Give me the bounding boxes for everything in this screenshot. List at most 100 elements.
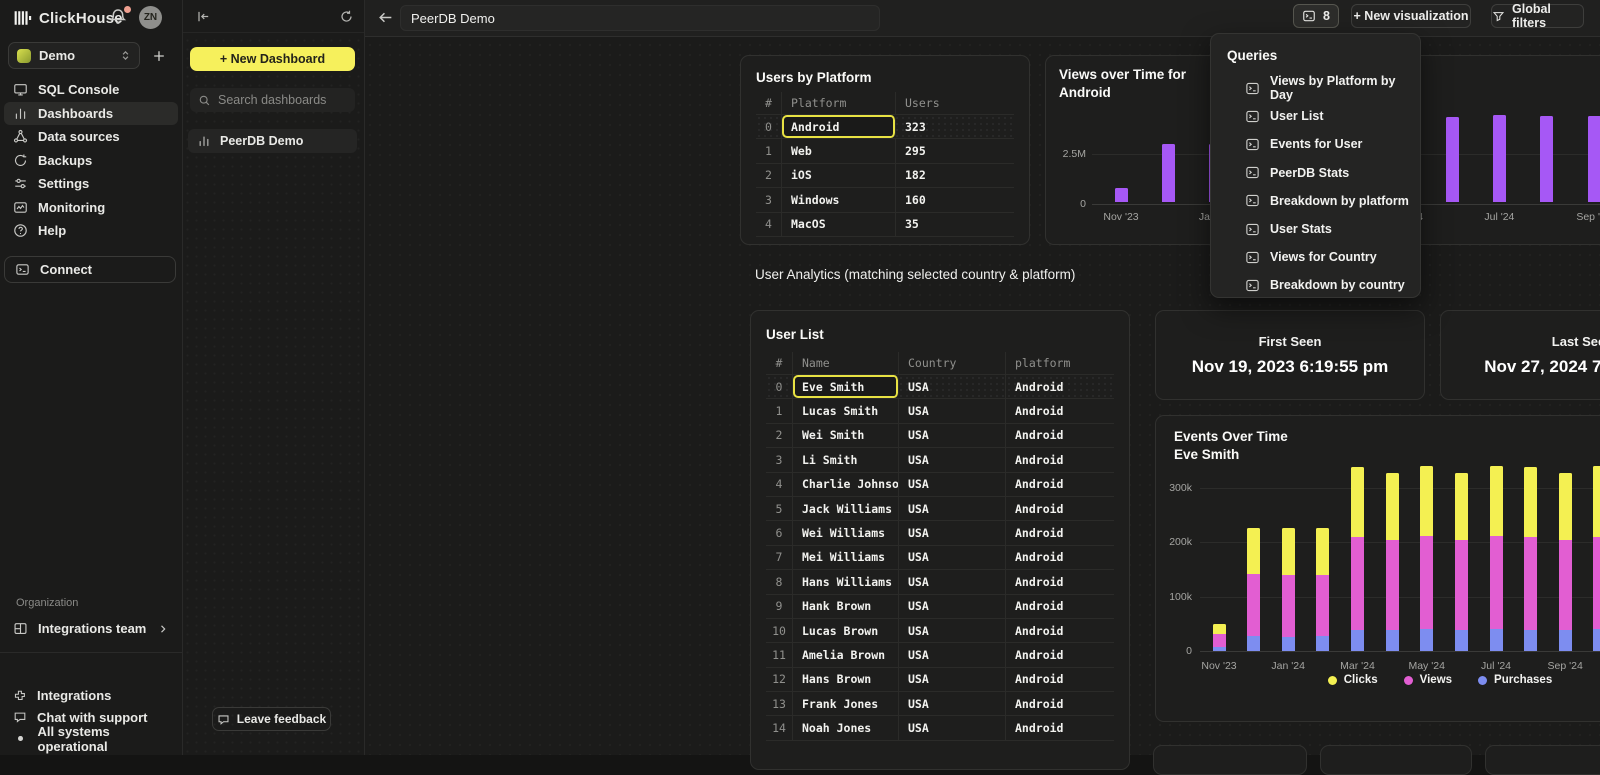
events-bar-segment-views[interactable] xyxy=(1351,537,1364,631)
events-bar-segment-views[interactable] xyxy=(1420,536,1433,628)
dashboard-title-input[interactable] xyxy=(400,5,880,31)
table-cell[interactable]: Lucas Smith xyxy=(793,399,899,422)
table-cell[interactable]: Android xyxy=(1006,448,1116,471)
events-bar-segment-purchases[interactable] xyxy=(1351,630,1364,651)
back-button[interactable] xyxy=(377,9,394,26)
views-bar[interactable] xyxy=(1162,144,1175,202)
table-cell[interactable]: 0 xyxy=(756,115,782,138)
events-bar-segment-views[interactable] xyxy=(1282,575,1295,637)
table-cell[interactable]: USA xyxy=(899,619,1006,642)
leave-feedback-button[interactable]: Leave feedback xyxy=(212,707,331,731)
events-bar-segment-views[interactable] xyxy=(1213,634,1226,647)
table-cell[interactable]: Android xyxy=(1006,375,1116,398)
table-cell[interactable]: 160 xyxy=(896,188,1016,211)
events-bar-segment-clicks[interactable] xyxy=(1213,624,1226,634)
events-bar-segment-purchases[interactable] xyxy=(1282,637,1295,651)
add-workspace-button[interactable] xyxy=(152,49,166,63)
query-item[interactable]: Views for Country xyxy=(1227,243,1412,271)
events-bar-segment-views[interactable] xyxy=(1593,537,1600,629)
table-cell[interactable]: MacOS xyxy=(782,213,896,236)
table-cell[interactable]: 8 xyxy=(766,570,793,593)
table-cell[interactable]: 12 xyxy=(766,668,793,691)
new-dashboard-button[interactable]: + New Dashboard xyxy=(190,47,355,71)
table-cell[interactable]: USA xyxy=(899,521,1006,544)
sidebar-item-sql-console[interactable]: SQL Console xyxy=(4,78,178,102)
table-cell[interactable]: USA xyxy=(899,716,1006,739)
table-cell[interactable]: Android xyxy=(1006,521,1116,544)
table-row[interactable]: 12Hans BrownUSAAndroid xyxy=(766,668,1114,692)
views-bar[interactable] xyxy=(1446,117,1459,202)
events-bar-segment-clicks[interactable] xyxy=(1420,466,1433,536)
table-cell[interactable]: USA xyxy=(899,546,1006,569)
legend-item-clicks[interactable]: Clicks xyxy=(1328,674,1378,686)
table-cell[interactable]: 6 xyxy=(766,521,793,544)
selected-cell[interactable]: Eve Smith xyxy=(793,375,899,398)
table-row[interactable]: 3Windows160 xyxy=(756,188,1014,212)
selected-cell[interactable]: Android xyxy=(782,115,896,138)
table-cell[interactable]: USA xyxy=(899,448,1006,471)
table-cell[interactable]: 3 xyxy=(756,188,782,211)
table-cell[interactable]: Jack Williams xyxy=(793,497,899,520)
table-row[interactable]: 11Amelia BrownUSAAndroid xyxy=(766,643,1114,667)
table-cell[interactable]: Android xyxy=(1006,546,1116,569)
table-row[interactable]: 9Hank BrownUSAAndroid xyxy=(766,595,1114,619)
views-bar[interactable] xyxy=(1493,115,1506,202)
sidebar-item-backups[interactable]: Backups xyxy=(4,149,178,173)
table-cell[interactable]: Frank Jones xyxy=(793,692,899,715)
notifications-bell-icon[interactable] xyxy=(108,7,130,29)
table-cell[interactable]: 2 xyxy=(756,164,782,187)
table-cell[interactable]: iOS xyxy=(782,164,896,187)
events-bar-segment-views[interactable] xyxy=(1524,537,1537,629)
table-cell[interactable]: Li Smith xyxy=(793,448,899,471)
table-cell[interactable]: Android xyxy=(1006,497,1116,520)
connect-button[interactable]: Connect xyxy=(4,256,176,283)
table-cell[interactable]: 2 xyxy=(766,424,793,447)
table-cell[interactable]: USA xyxy=(899,692,1006,715)
table-cell[interactable]: USA xyxy=(899,473,1006,496)
events-bar-segment-purchases[interactable] xyxy=(1490,629,1503,651)
query-item[interactable]: PeerDB Stats xyxy=(1227,159,1412,187)
query-item[interactable]: Breakdown by platform xyxy=(1227,187,1412,215)
table-row[interactable]: 14Noah JonesUSAAndroid xyxy=(766,716,1114,740)
table-cell[interactable]: 10 xyxy=(766,619,793,642)
table-cell[interactable]: Android xyxy=(1006,595,1116,618)
table-row[interactable]: 7Mei WilliamsUSAAndroid xyxy=(766,546,1114,570)
table-row[interactable]: 0Android323 xyxy=(756,115,1014,139)
sidebar-item-help[interactable]: Help xyxy=(4,219,178,243)
table-cell[interactable]: 3 xyxy=(766,448,793,471)
table-cell[interactable]: 4 xyxy=(756,213,782,236)
events-bar-segment-clicks[interactable] xyxy=(1455,473,1468,540)
query-item[interactable]: User List xyxy=(1227,102,1412,130)
table-cell[interactable]: Android xyxy=(1006,424,1116,447)
table-cell[interactable]: USA xyxy=(899,643,1006,666)
table-row[interactable]: 8Hans WilliamsUSAAndroid xyxy=(766,570,1114,594)
table-row[interactable]: 5Jack WilliamsUSAAndroid xyxy=(766,497,1114,521)
table-cell[interactable]: 13 xyxy=(766,692,793,715)
table-cell[interactable]: 4 xyxy=(766,473,793,496)
table-cell[interactable]: 5 xyxy=(766,497,793,520)
events-bar-segment-views[interactable] xyxy=(1455,540,1468,630)
table-row[interactable]: 2Wei SmithUSAAndroid xyxy=(766,424,1114,448)
table-cell[interactable]: 7 xyxy=(766,546,793,569)
events-bar-segment-clicks[interactable] xyxy=(1282,528,1295,575)
table-cell[interactable]: Windows xyxy=(782,188,896,211)
events-bar-segment-views[interactable] xyxy=(1316,575,1329,636)
table-cell[interactable]: Charlie Johnson xyxy=(793,473,899,496)
table-row[interactable]: 10Lucas BrownUSAAndroid xyxy=(766,619,1114,643)
sidebar-item-settings[interactable]: Settings xyxy=(4,172,178,196)
table-cell[interactable]: Android xyxy=(1006,619,1116,642)
events-bar-segment-clicks[interactable] xyxy=(1490,466,1503,537)
table-cell[interactable]: USA xyxy=(899,424,1006,447)
query-item[interactable]: User Stats xyxy=(1227,215,1412,243)
events-bar-segment-purchases[interactable] xyxy=(1386,630,1399,651)
global-filters-button[interactable]: Global filters xyxy=(1491,4,1584,28)
table-cell[interactable]: Android xyxy=(1006,473,1116,496)
table-row[interactable]: 1Lucas SmithUSAAndroid xyxy=(766,399,1114,423)
table-cell[interactable]: 14 xyxy=(766,716,793,739)
events-bar-segment-clicks[interactable] xyxy=(1386,473,1399,540)
table-cell[interactable]: USA xyxy=(899,375,1006,398)
table-cell[interactable]: Web xyxy=(782,139,896,162)
views-bar[interactable] xyxy=(1540,116,1553,202)
table-cell[interactable]: Wei Williams xyxy=(793,521,899,544)
table-cell[interactable]: 323 xyxy=(896,115,1016,138)
